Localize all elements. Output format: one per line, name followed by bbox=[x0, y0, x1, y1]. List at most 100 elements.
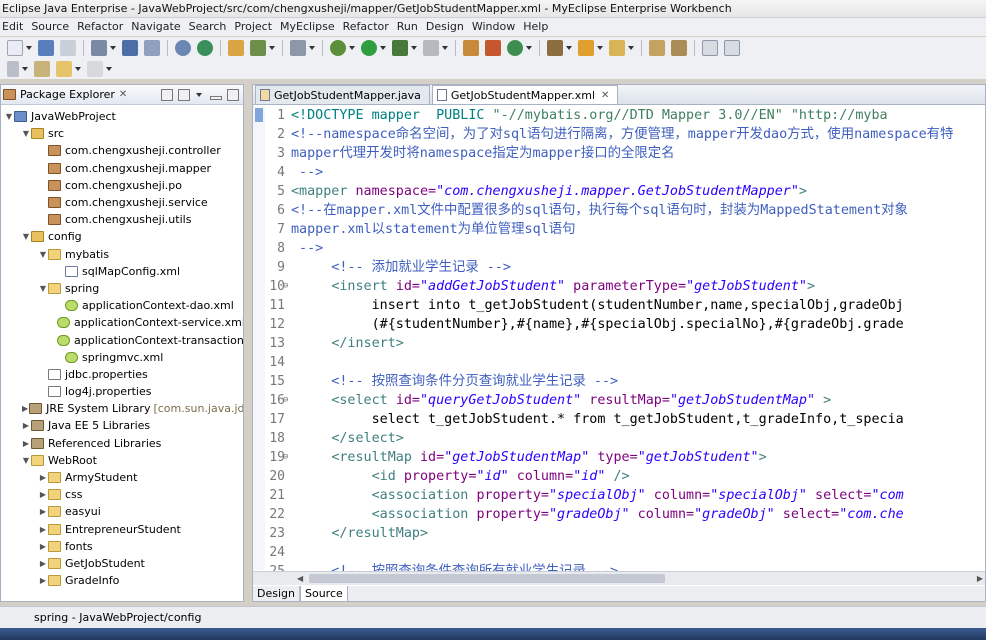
debug-icon[interactable] bbox=[330, 40, 346, 56]
menu-item[interactable]: Design bbox=[424, 18, 470, 36]
pin-dropdown-icon[interactable] bbox=[22, 67, 28, 71]
menu-item[interactable]: Project bbox=[232, 18, 278, 36]
new-java-project-icon[interactable] bbox=[463, 40, 479, 56]
new-class-dropdown-icon[interactable] bbox=[526, 46, 532, 50]
tree-item[interactable]: applicationContext-dao.xml bbox=[1, 297, 243, 314]
tree-item[interactable]: ▶ ArmyStudent bbox=[1, 469, 243, 486]
code-area[interactable]: 1 <!DOCTYPE mapper PUBLIC "-//mybatis.org… bbox=[253, 106, 985, 579]
previous-annotation-icon[interactable] bbox=[671, 40, 687, 56]
menu-item[interactable]: Edit bbox=[0, 18, 29, 36]
flashlight-icon[interactable] bbox=[609, 40, 625, 56]
menu-item[interactable]: Refactor bbox=[75, 18, 129, 36]
menu-item[interactable]: MyEclipse bbox=[278, 18, 341, 36]
tree-item[interactable]: ▶ EntrepreneurStudent bbox=[1, 521, 243, 538]
window-dropdown-icon[interactable] bbox=[309, 46, 315, 50]
tree-item[interactable]: springmvc.xml bbox=[1, 349, 243, 366]
open-dropdown-icon[interactable] bbox=[269, 46, 275, 50]
scrollbar-thumb[interactable] bbox=[309, 574, 665, 583]
tree-item[interactable]: ▼ src bbox=[1, 125, 243, 142]
tree-item[interactable]: sqlMapConfig.xml bbox=[1, 263, 243, 280]
back-icon[interactable] bbox=[56, 61, 72, 77]
tree-item[interactable]: ▶ easyui bbox=[1, 503, 243, 520]
new-dropdown-icon[interactable] bbox=[26, 46, 32, 50]
fold-toggle-icon[interactable]: ⊖ bbox=[283, 391, 288, 410]
expand-arrow-icon[interactable]: ▼ bbox=[5, 112, 13, 121]
mode-tab-design[interactable]: Design bbox=[253, 586, 300, 601]
fold-toggle-icon[interactable]: ⊖ bbox=[283, 448, 288, 467]
coverage-dropdown-icon[interactable] bbox=[442, 46, 448, 50]
flashlight-dropdown-icon[interactable] bbox=[628, 46, 634, 50]
expand-arrow-icon[interactable]: ▶ bbox=[39, 542, 47, 551]
tree-item[interactable]: log4j.properties bbox=[1, 383, 243, 400]
print-icon[interactable] bbox=[60, 40, 76, 56]
editor-tab[interactable]: GetJobStudentMapper.java bbox=[255, 85, 430, 104]
expand-arrow-icon[interactable]: ▼ bbox=[39, 284, 47, 293]
run-icon[interactable] bbox=[361, 40, 377, 56]
expand-arrow-icon[interactable]: ▼ bbox=[22, 456, 30, 465]
scroll-right-icon[interactable]: ▶ bbox=[977, 574, 983, 583]
menu-item[interactable]: Run bbox=[395, 18, 424, 36]
tree-item[interactable]: com.chengxusheji.service bbox=[1, 194, 243, 211]
toggle-breadcrumb-icon[interactable] bbox=[702, 40, 718, 56]
open-type-icon[interactable] bbox=[228, 40, 244, 56]
tree-item[interactable]: ▼ mybatis bbox=[1, 246, 243, 263]
tree-item[interactable]: com.chengxusheji.utils bbox=[1, 211, 243, 228]
tree-item[interactable]: ▶ JRE System Library [com.sun.java.jdk bbox=[1, 400, 243, 417]
tree-item[interactable]: ▼ config bbox=[1, 228, 243, 245]
horizontal-scrollbar[interactable]: ◀ ▶ bbox=[253, 571, 985, 585]
tree-item[interactable]: com.chengxusheji.mapper bbox=[1, 160, 243, 177]
save-icon[interactable] bbox=[38, 40, 54, 56]
menu-item[interactable]: Search bbox=[187, 18, 233, 36]
fold-toggle-icon[interactable]: ⊖ bbox=[283, 277, 288, 296]
perspective-dropdown-icon[interactable] bbox=[566, 46, 572, 50]
expand-arrow-icon[interactable]: ▼ bbox=[22, 232, 30, 241]
new-icon[interactable] bbox=[7, 40, 23, 56]
link-with-editor-icon[interactable] bbox=[178, 88, 190, 101]
tree-item[interactable]: ▼ WebRoot bbox=[1, 452, 243, 469]
tree-item[interactable]: ▼ spring bbox=[1, 280, 243, 297]
mode-tab-source[interactable]: Source bbox=[299, 586, 348, 601]
server-icon[interactable] bbox=[91, 40, 107, 56]
tree-item[interactable]: ▼ JavaWebProject bbox=[1, 108, 243, 125]
open-perspective-icon[interactable] bbox=[547, 40, 563, 56]
expand-arrow-icon[interactable]: ▼ bbox=[39, 250, 47, 259]
close-icon[interactable]: ✕ bbox=[119, 89, 127, 100]
coverage-icon[interactable] bbox=[423, 40, 439, 56]
expand-arrow-icon[interactable]: ▶ bbox=[39, 576, 47, 585]
tree-item[interactable]: ▶ Java EE 5 Libraries bbox=[1, 417, 243, 434]
expand-arrow-icon[interactable]: ▶ bbox=[22, 439, 30, 448]
search-icon[interactable] bbox=[578, 40, 594, 56]
external-tools-icon[interactable] bbox=[392, 40, 408, 56]
pin-icon[interactable] bbox=[7, 61, 19, 77]
expand-arrow-icon[interactable]: ▶ bbox=[39, 559, 47, 568]
forward-icon[interactable] bbox=[87, 61, 103, 77]
tree-item[interactable]: applicationContext-transaction bbox=[1, 331, 243, 348]
tree-item[interactable]: com.chengxusheji.po bbox=[1, 177, 243, 194]
external-tools-dropdown-icon[interactable] bbox=[411, 46, 417, 50]
tree-item[interactable]: ▶ GradeInfo bbox=[1, 572, 243, 589]
last-edit-location-icon[interactable] bbox=[34, 61, 50, 77]
deploy-icon[interactable] bbox=[122, 40, 138, 56]
expand-arrow-icon[interactable]: ▼ bbox=[22, 129, 30, 138]
tree-item[interactable]: jdbc.properties bbox=[1, 366, 243, 383]
expand-arrow-icon[interactable]: ▶ bbox=[39, 525, 47, 534]
expand-arrow-icon[interactable]: ▶ bbox=[22, 404, 28, 413]
open-resource-icon[interactable] bbox=[250, 40, 266, 56]
tree-item[interactable]: ▶ Referenced Libraries bbox=[1, 435, 243, 452]
globe-icon[interactable] bbox=[197, 40, 213, 56]
maximize-icon[interactable] bbox=[227, 88, 239, 101]
forward-dropdown-icon[interactable] bbox=[106, 67, 112, 71]
web-browser-icon[interactable] bbox=[175, 40, 191, 56]
expand-arrow-icon[interactable]: ▶ bbox=[39, 490, 47, 499]
database-icon[interactable] bbox=[144, 40, 160, 56]
editor-tab[interactable]: GetJobStudentMapper.xml ✕ bbox=[431, 85, 619, 104]
tree-item[interactable]: ▶ fonts bbox=[1, 538, 243, 555]
server-dropdown-icon[interactable] bbox=[110, 46, 116, 50]
run-dropdown-icon[interactable] bbox=[380, 46, 386, 50]
close-icon[interactable]: ✕ bbox=[601, 90, 609, 101]
expand-arrow-icon[interactable]: ▶ bbox=[22, 421, 30, 430]
package-explorer-title[interactable]: Package Explorer bbox=[20, 88, 115, 101]
show-whitespace-icon[interactable] bbox=[724, 40, 740, 56]
tree-item[interactable]: com.chengxusheji.controller bbox=[1, 142, 243, 159]
scroll-left-icon[interactable]: ◀ bbox=[297, 574, 303, 583]
